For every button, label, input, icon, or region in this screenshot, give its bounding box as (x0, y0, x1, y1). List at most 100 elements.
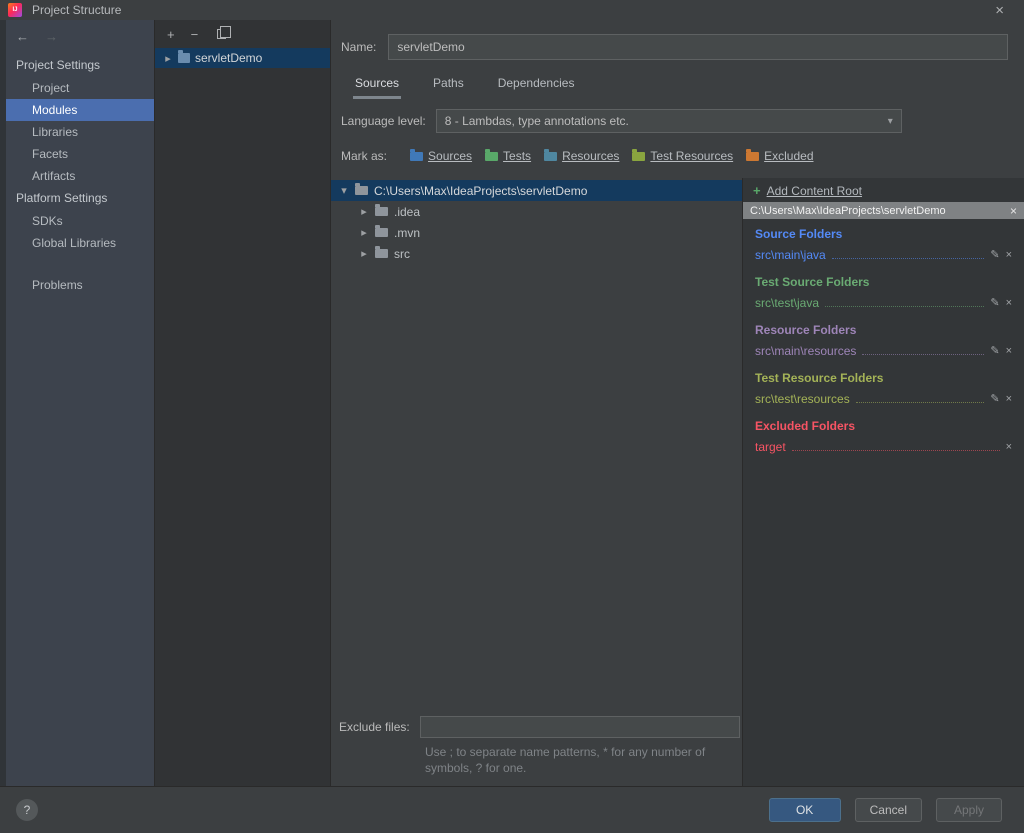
chevron-right-icon[interactable]: ▸ (163, 52, 173, 65)
chevron-right-icon[interactable]: ▸ (359, 247, 369, 260)
tree-root-path: C:\Users\Max\IdeaProjects\servletDemo (374, 183, 588, 198)
resources-folder-icon (544, 148, 558, 161)
close-icon[interactable]: × (995, 3, 1004, 18)
folder-path[interactable]: src\test\resources (755, 392, 850, 406)
sidebar-item-project[interactable]: Project (6, 77, 154, 99)
mark-resources-button[interactable]: Resources (544, 148, 620, 163)
section-header-platform-settings: Platform Settings (16, 191, 108, 205)
tree-row-src[interactable]: ▸ src (331, 243, 742, 264)
excluded-folders-group: Excluded Folders target × (755, 419, 1012, 454)
ok-button[interactable]: OK (768, 798, 841, 822)
mark-excluded-label: Excluded (764, 149, 814, 163)
window-title: Project Structure (32, 3, 122, 17)
test-resources-folder-icon (632, 148, 646, 161)
chevron-right-icon[interactable]: ▸ (359, 205, 369, 218)
apply-button: Apply (936, 798, 1002, 822)
edit-icon[interactable]: ✎ (990, 394, 999, 405)
chevron-down-icon[interactable]: ▾ (339, 184, 349, 197)
directory-tree: ▾ C:\Users\Max\IdeaProjects\servletDemo … (331, 178, 742, 716)
exclude-files-label: Exclude files: (339, 720, 410, 734)
remove-icon[interactable]: × (1006, 394, 1012, 405)
group-title: Source Folders (755, 227, 843, 241)
cancel-button[interactable]: Cancel (854, 798, 922, 822)
language-level-select[interactable]: 8 - Lambdas, type annotations etc. ▾ (435, 109, 902, 133)
language-level-value: 8 - Lambdas, type annotations etc. (444, 114, 629, 128)
footer-buttons: OK Cancel Apply (768, 798, 1002, 822)
copy-module-icon[interactable] (217, 26, 232, 39)
sidebar-item-modules[interactable]: Modules (6, 99, 154, 121)
section-header-project-settings: Project Settings (16, 58, 101, 72)
dotted-leader (791, 450, 1000, 451)
folder-row: src\main\java ✎ × (755, 245, 1012, 262)
tree-row-idea[interactable]: ▸ .idea (331, 201, 742, 222)
group-title: Resource Folders (755, 323, 857, 337)
add-module-icon[interactable]: + (167, 27, 175, 42)
folder-row: src\test\java ✎ × (755, 293, 1012, 310)
mark-sources-button[interactable]: Sources (410, 148, 472, 163)
forward-icon[interactable]: → (45, 29, 58, 44)
remove-module-icon[interactable]: − (191, 27, 199, 42)
remove-icon[interactable]: × (1006, 346, 1012, 357)
sidebar-item-sdks[interactable]: SDKs (6, 210, 154, 232)
content-root-path: C:\Users\Max\IdeaProjects\servletDemo (750, 204, 946, 217)
tab-paths[interactable]: Paths (431, 74, 466, 99)
modules-list-panel: + − ▸ servletDemo (154, 20, 331, 786)
add-content-root[interactable]: + Add Content Root (743, 178, 1024, 202)
folder-row: src\test\resources ✎ × (755, 389, 1012, 406)
source-folders-group: Source Folders src\main\java ✎ × (755, 227, 1012, 262)
hint-line: symbols, ? for one. (425, 761, 527, 775)
module-list-item[interactable]: ▸ servletDemo (155, 48, 330, 68)
sources-content: ▾ C:\Users\Max\IdeaProjects\servletDemo … (331, 178, 1024, 786)
sidebar-item-artifacts[interactable]: Artifacts (6, 165, 154, 187)
folder-row: target × (755, 437, 1012, 454)
folder-path[interactable]: src\test\java (755, 296, 819, 310)
tree-row-root[interactable]: ▾ C:\Users\Max\IdeaProjects\servletDemo (331, 180, 742, 201)
folder-path[interactable]: target (755, 440, 786, 454)
resource-folders-group: Resource Folders src\main\resources ✎ × (755, 323, 1012, 358)
sidebar-item-facets[interactable]: Facets (6, 143, 154, 165)
dialog-body: ← → Project Settings Project Modules Lib… (0, 20, 1024, 786)
modules-toolbar: + − (155, 20, 330, 48)
remove-icon[interactable]: × (1006, 250, 1012, 261)
chevron-down-icon[interactable]: ▾ (888, 116, 893, 127)
help-icon[interactable]: ? (16, 799, 38, 821)
remove-content-root-icon[interactable]: × (1010, 204, 1017, 218)
module-editor: Name: Sources Paths Dependencies Languag… (331, 20, 1024, 786)
sidebar-item-problems[interactable]: Problems (6, 274, 154, 296)
edit-icon[interactable]: ✎ (990, 250, 999, 261)
settings-sidebar: ← → Project Settings Project Modules Lib… (6, 20, 154, 786)
exclude-files-row: Exclude files: (331, 716, 742, 738)
add-content-root-label: Add Content Root (766, 183, 862, 198)
exclude-files-input[interactable] (419, 716, 740, 738)
module-name-input[interactable] (388, 34, 1008, 60)
sidebar-item-libraries[interactable]: Libraries (6, 121, 154, 143)
tree-row-mvn[interactable]: ▸ .mvn (331, 222, 742, 243)
group-title: Excluded Folders (755, 419, 856, 433)
mark-excluded-button[interactable]: Excluded (746, 148, 814, 163)
content-root-header[interactable]: C:\Users\Max\IdeaProjects\servletDemo × (743, 202, 1024, 219)
remove-icon[interactable]: × (1006, 442, 1012, 453)
module-name: servletDemo (195, 51, 263, 65)
chevron-right-icon[interactable]: ▸ (359, 226, 369, 239)
remove-icon[interactable]: × (1006, 298, 1012, 309)
tree-item-label: .idea (394, 204, 421, 219)
language-level-row: Language level: 8 - Lambdas, type annota… (341, 109, 1008, 133)
mark-test-resources-label: Test Resources (650, 149, 734, 163)
mark-test-resources-button[interactable]: Test Resources (632, 148, 734, 163)
edit-icon[interactable]: ✎ (990, 346, 999, 357)
tab-sources[interactable]: Sources (353, 74, 402, 99)
folder-path[interactable]: src\main\java (755, 248, 826, 262)
module-icon (178, 50, 190, 63)
tab-dependencies[interactable]: Dependencies (496, 74, 577, 99)
dialog-footer: ? OK Cancel Apply (0, 786, 1024, 833)
back-icon[interactable]: ← (16, 29, 29, 44)
folder-icon (375, 246, 388, 258)
folder-path[interactable]: src\main\resources (755, 344, 856, 358)
dotted-leader (855, 402, 985, 403)
mark-as-row: Mark as: Sources Tests Resources Test Re… (341, 148, 1008, 163)
sidebar-item-global-libraries[interactable]: Global Libraries (6, 232, 154, 254)
mark-resources-label: Resources (562, 149, 620, 163)
edit-icon[interactable]: ✎ (990, 298, 999, 309)
mark-tests-button[interactable]: Tests (485, 148, 531, 163)
sources-folder-icon (410, 148, 424, 161)
